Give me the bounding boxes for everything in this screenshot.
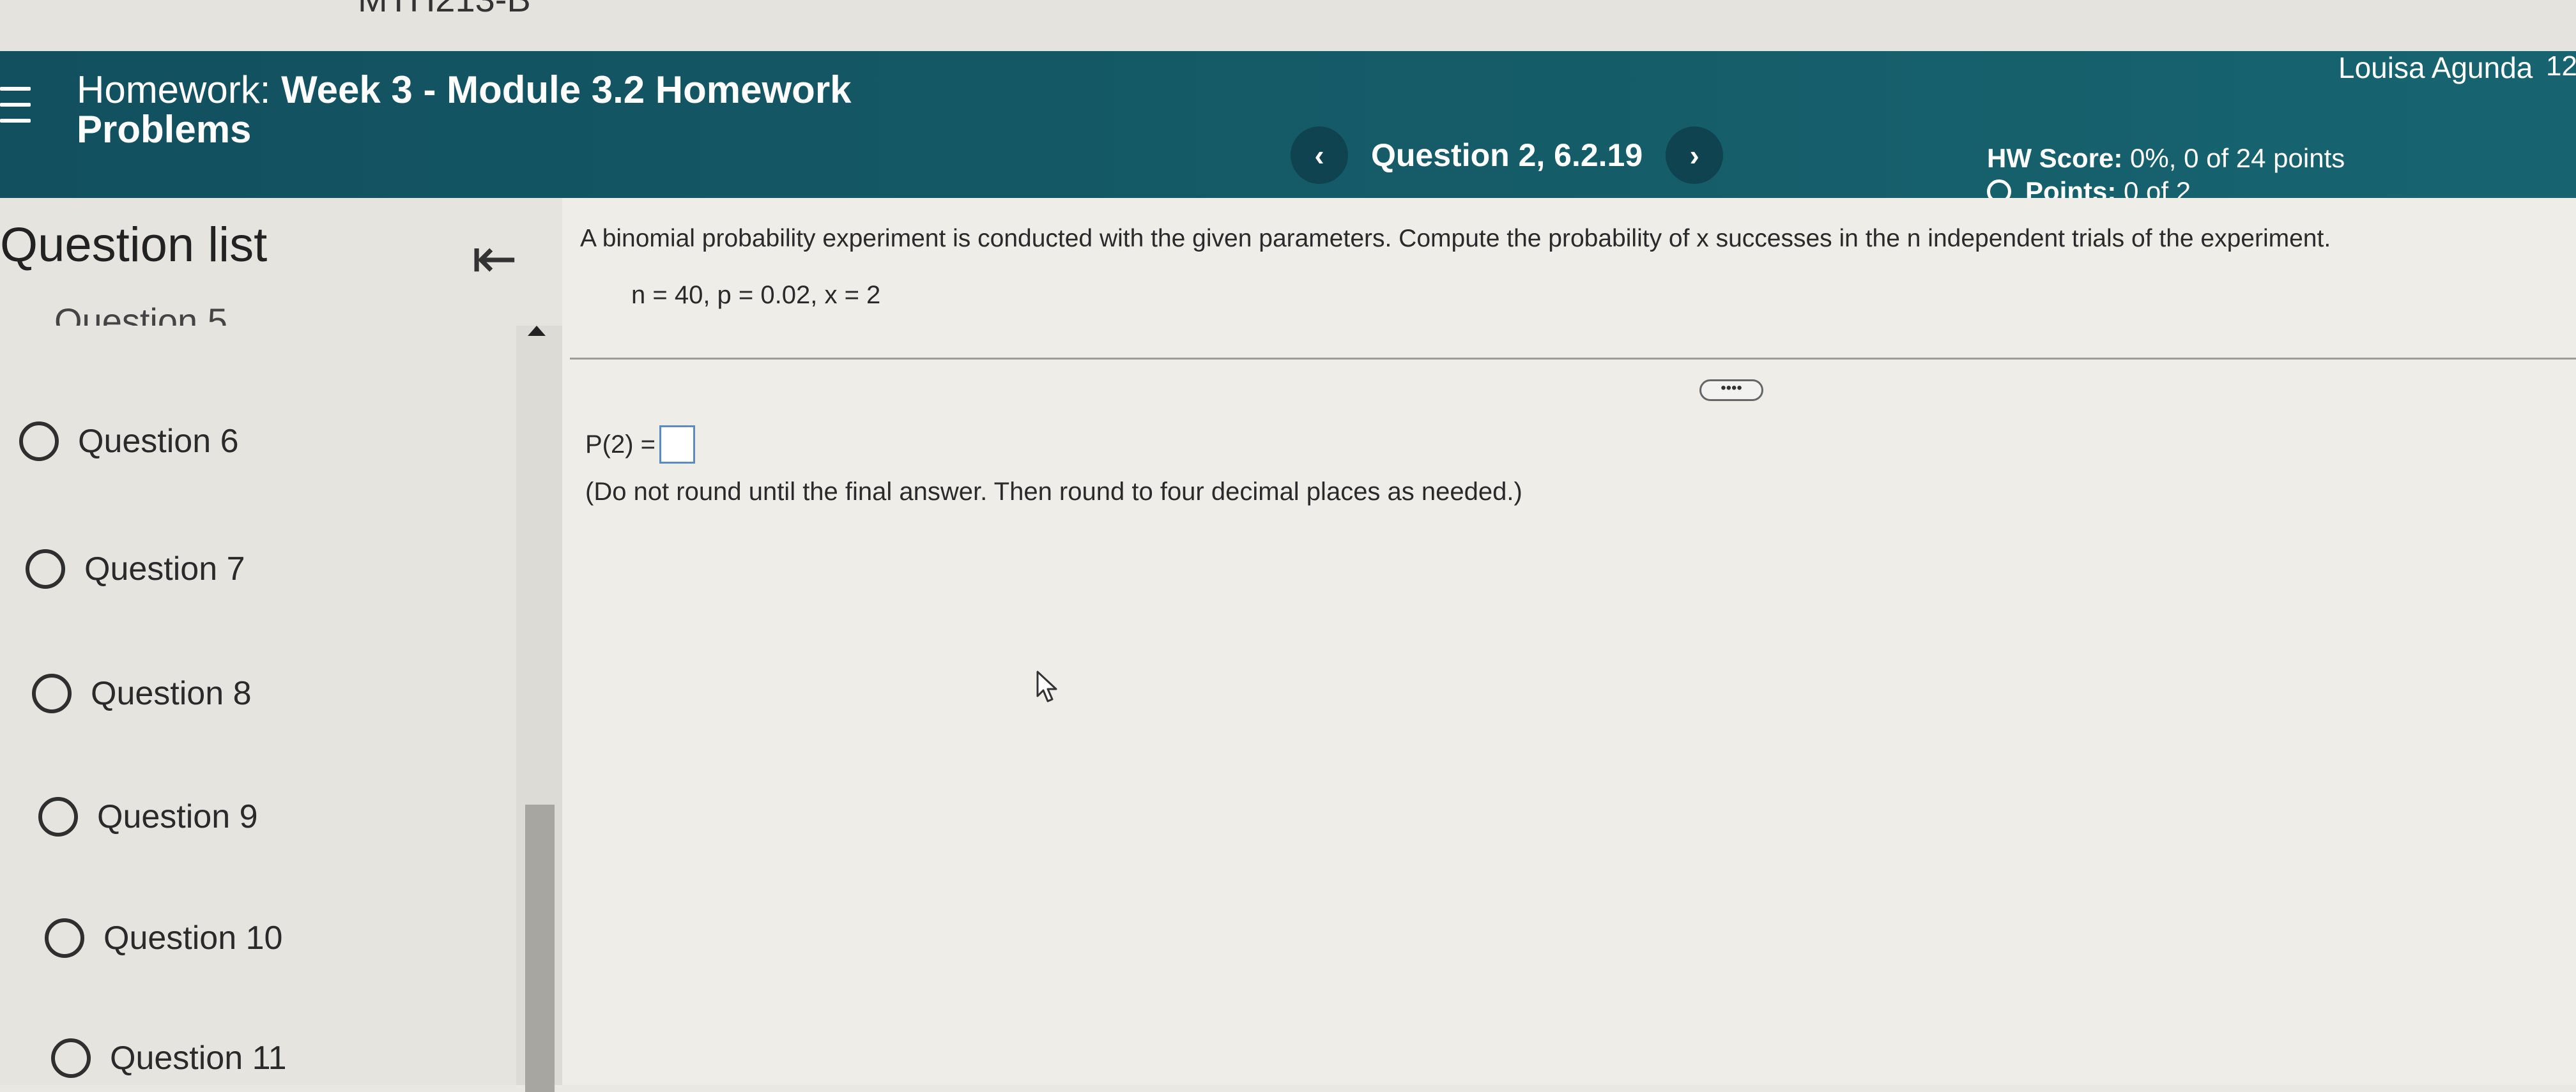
question-list-item-label: Question 11 [110, 1040, 287, 1077]
hamburger-icon[interactable] [0, 87, 31, 123]
question-list-sidebar: Question list ⇤ Question 5 Question 6 Qu… [0, 198, 562, 1092]
homework-name-line2: Problems [77, 108, 252, 151]
question-list-item[interactable]: Question 7 [26, 549, 245, 589]
more-options-button[interactable]: •••• [1699, 379, 1763, 401]
homework-header: Homework: Week 3 - Module 3.2 Homework P… [0, 50, 2576, 206]
hw-score-label: HW Score: [1987, 143, 2123, 173]
question-list-item[interactable]: Question 6 [19, 421, 239, 461]
question-navigation: ‹ Question 2, 6.2.19 › [1291, 126, 1724, 184]
homework-name: Week 3 - Module 3.2 Homework [281, 68, 852, 111]
collapse-left-icon[interactable]: ⇤ [471, 231, 518, 286]
unanswered-circle-icon [45, 918, 84, 958]
mouse-cursor-icon [1035, 671, 1061, 707]
user-name[interactable]: Louisa Agunda [2338, 50, 2533, 85]
question-list-item-partial[interactable]: Question 5 [54, 300, 227, 326]
question-list-item[interactable]: Question 8 [32, 674, 252, 713]
browser-top-strip: MTH213-B [0, 0, 2576, 51]
scrollbar-thumb[interactable] [525, 805, 555, 1092]
problem-statement: A binomial probability experiment is con… [580, 225, 2331, 252]
unanswered-circle-icon [38, 797, 78, 837]
current-question-label: Question 2, 6.2.19 [1371, 137, 1643, 173]
hw-score-value: 0%, 0 of 24 points [2130, 143, 2345, 173]
course-code-text: MTH213-B [358, 0, 531, 20]
question-list-title: Question list [0, 218, 268, 272]
scroll-up-arrow-icon[interactable] [528, 326, 546, 336]
sidebar-scrollbar[interactable] [516, 326, 562, 1092]
content-divider [570, 358, 2576, 360]
answer-row: P(2) = [585, 425, 696, 464]
question-list-item-label: Question 8 [91, 675, 252, 712]
rounding-instruction: (Do not round until the final answer. Th… [585, 478, 1522, 506]
next-question-button[interactable]: › [1666, 126, 1724, 184]
answer-label: P(2) = [585, 430, 656, 459]
previous-question-button[interactable]: ‹ [1291, 126, 1348, 184]
problem-parameters: n = 40, p = 0.02, x = 2 [631, 281, 881, 309]
unanswered-circle-icon [26, 549, 65, 589]
user-extra-text: 12, [2546, 50, 2576, 82]
question-list-item[interactable]: Question 9 [38, 797, 258, 837]
question-list-item[interactable]: Question 11 [51, 1038, 287, 1078]
homework-label: Homework: [77, 68, 271, 111]
unanswered-circle-icon [19, 421, 59, 461]
question-list-item[interactable]: Question 10 [45, 918, 282, 958]
unanswered-circle-icon [51, 1038, 91, 1078]
homework-title: Homework: Week 3 - Module 3.2 Homework P… [77, 70, 852, 149]
answer-input[interactable] [659, 425, 696, 464]
question-list-item-label: Question 6 [78, 423, 239, 460]
question-list-item-label: Question 7 [84, 550, 245, 588]
question-content: A binomial probability experiment is con… [562, 198, 2576, 1085]
unanswered-circle-icon [32, 674, 72, 713]
question-list-item-label: Question 9 [97, 798, 258, 835]
question-list-item-label: Question 10 [103, 920, 283, 957]
